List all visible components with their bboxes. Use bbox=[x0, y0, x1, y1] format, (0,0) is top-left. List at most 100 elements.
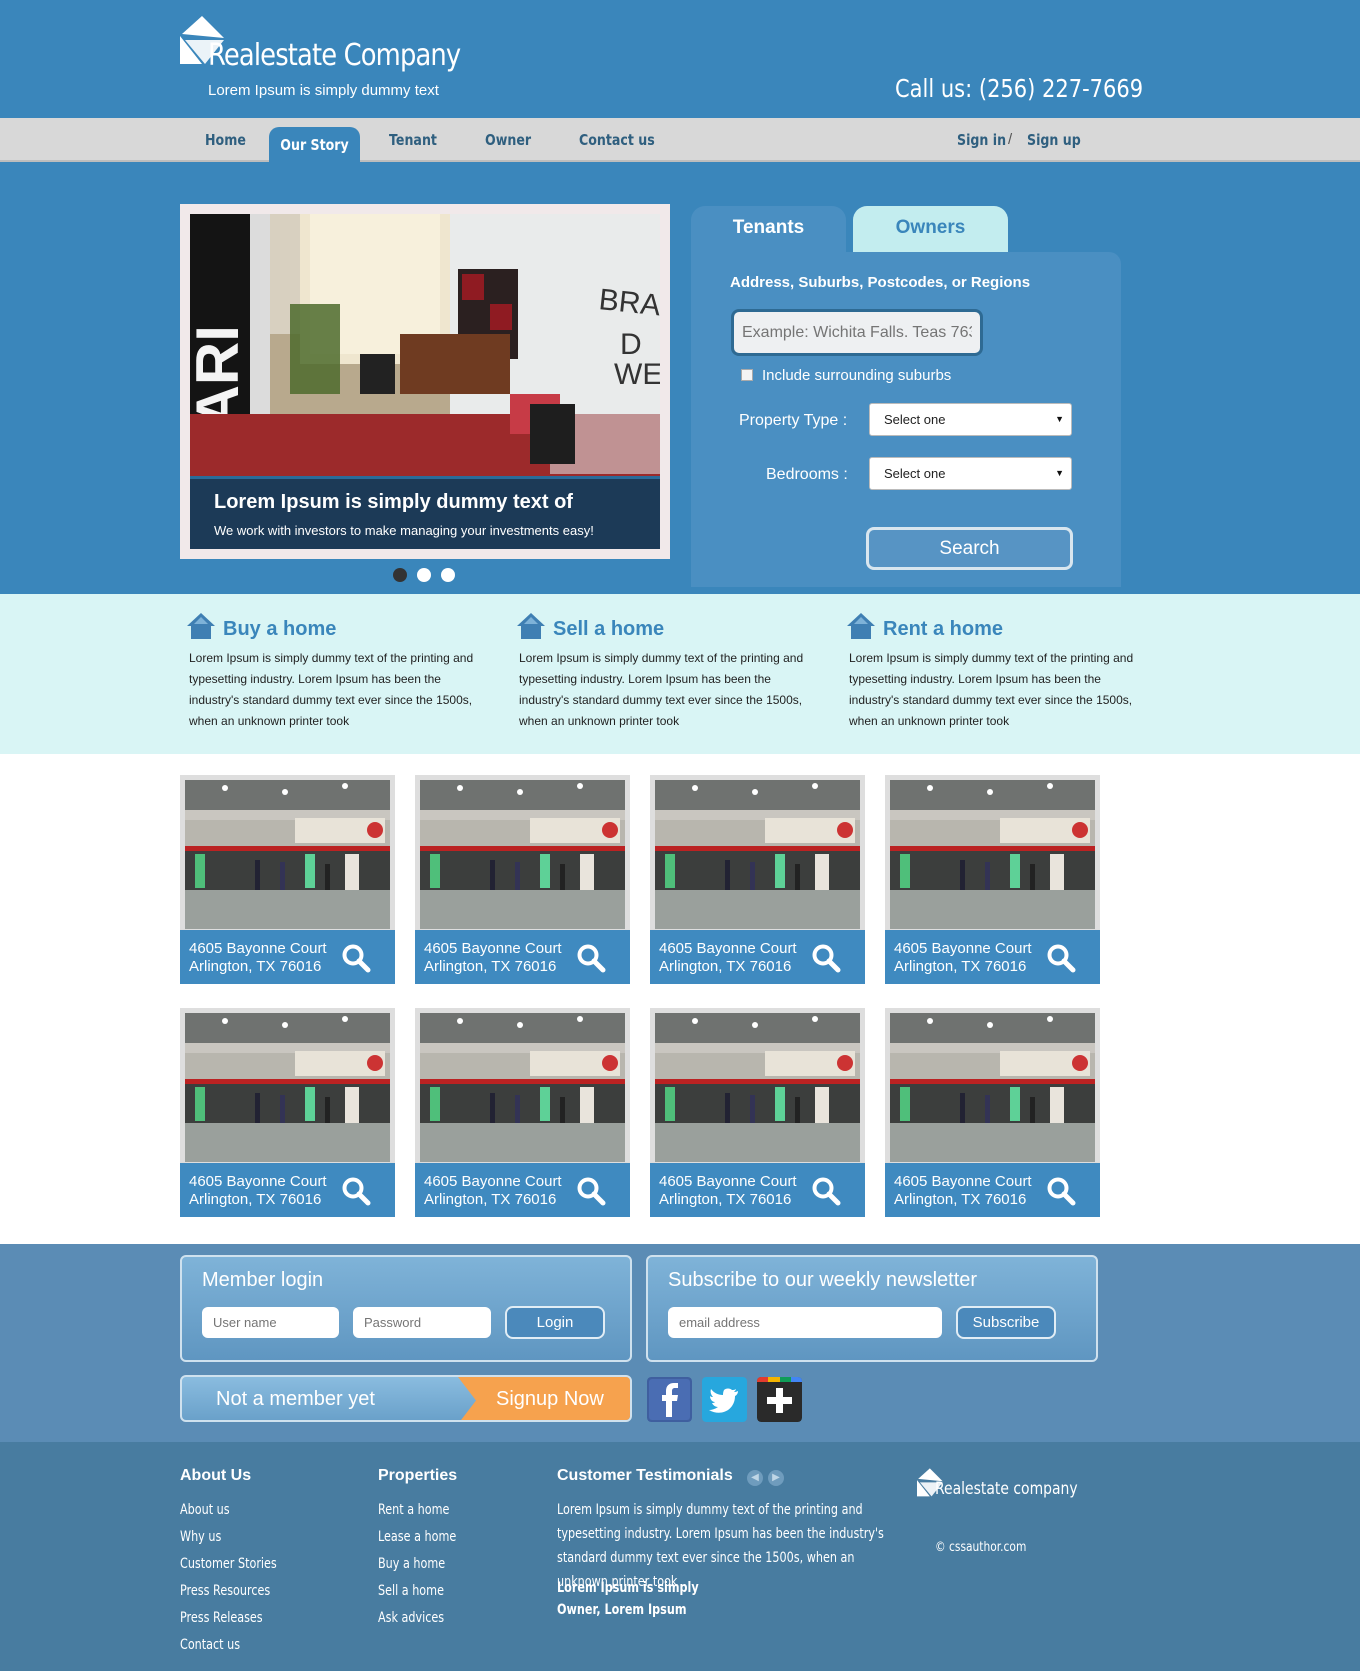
tab-tenants[interactable]: Tenants bbox=[691, 206, 846, 256]
feature-text: Lorem Ipsum is simply dummy text of the … bbox=[519, 651, 804, 728]
house-icon bbox=[187, 613, 215, 639]
property-image[interactable] bbox=[655, 780, 860, 929]
property-city: Arlington, TX 76016 bbox=[894, 958, 1027, 975]
search-icon[interactable] bbox=[1046, 943, 1076, 973]
search-icon[interactable] bbox=[341, 943, 371, 973]
nav-home[interactable]: Home bbox=[205, 118, 246, 162]
facebook-icon[interactable] bbox=[647, 1377, 692, 1422]
bedrooms-select[interactable]: Select one ▼ bbox=[869, 457, 1072, 490]
nav-tenant[interactable]: Tenant bbox=[389, 118, 437, 162]
property-city: Arlington, TX 76016 bbox=[424, 1191, 557, 1208]
nav-owner[interactable]: Owner bbox=[485, 118, 531, 162]
feature-text: Lorem Ipsum is simply dummy text of the … bbox=[849, 651, 1134, 728]
address-label: Address, Suburbs, Postcodes, or Regions bbox=[730, 274, 1031, 291]
property-street: 4605 Bayonne Court bbox=[659, 940, 797, 957]
slider-dot-3[interactable] bbox=[441, 568, 455, 582]
footer-link-press-resources[interactable]: Press Resources bbox=[180, 1583, 270, 1599]
bedrooms-value: Select one bbox=[884, 466, 946, 481]
property-card[interactable]: 4605 Bayonne Court Arlington, TX 76016 bbox=[180, 775, 395, 984]
property-card[interactable]: 4605 Bayonne Court Arlington, TX 76016 bbox=[885, 1008, 1100, 1217]
sign-up-link[interactable]: Sign up bbox=[1027, 118, 1081, 162]
footer-brand: Realestate company bbox=[935, 1479, 1078, 1499]
property-type-value: Select one bbox=[884, 412, 946, 427]
property-image[interactable] bbox=[655, 1013, 860, 1162]
property-city: Arlington, TX 76016 bbox=[189, 1191, 322, 1208]
property-type-select[interactable]: Select one ▼ bbox=[869, 403, 1072, 436]
property-image[interactable] bbox=[420, 1013, 625, 1162]
search-icon[interactable] bbox=[811, 1176, 841, 1206]
testimonial-prev-icon[interactable]: ◀ bbox=[747, 1470, 763, 1486]
search-icon[interactable] bbox=[576, 1176, 606, 1206]
property-city: Arlington, TX 76016 bbox=[659, 958, 792, 975]
property-type-label: Property Type : bbox=[739, 412, 848, 429]
phone-number: Call us: (256) 227-7669 bbox=[895, 74, 1144, 103]
signup-prompt: Not a member yet bbox=[216, 1388, 375, 1410]
search-icon[interactable] bbox=[1046, 1176, 1076, 1206]
footer-about-heading: About Us bbox=[180, 1467, 252, 1484]
property-image[interactable] bbox=[185, 1013, 390, 1162]
password-input[interactable] bbox=[353, 1307, 491, 1338]
page: Realestate Company Lorem Ipsum is simply… bbox=[0, 0, 1360, 1671]
twitter-icon[interactable] bbox=[702, 1377, 747, 1422]
login-button[interactable]: Login bbox=[505, 1306, 605, 1339]
footer-link-about-us[interactable]: About us bbox=[180, 1502, 230, 1518]
main-nav: Home Our Story Tenant Owner Contact us S… bbox=[0, 118, 1360, 164]
email-input[interactable] bbox=[668, 1307, 942, 1338]
property-info: 4605 Bayonne Court Arlington, TX 76016 bbox=[415, 1163, 630, 1217]
signup-now-button[interactable]: Signup Now bbox=[458, 1377, 630, 1420]
nav-our-story-label: Our Story bbox=[280, 136, 349, 154]
newsletter-box: Subscribe to our weekly newsletter Subsc… bbox=[646, 1255, 1098, 1362]
copyright: © cssauthor.com bbox=[935, 1540, 1027, 1555]
testimonial-next-icon[interactable]: ▶ bbox=[768, 1470, 784, 1486]
svg-text:WE: WE bbox=[614, 358, 660, 391]
property-card[interactable]: 4605 Bayonne Court Arlington, TX 76016 bbox=[180, 1008, 395, 1217]
slide-caption: Lorem Ipsum is simply dummy text of We w… bbox=[190, 476, 660, 549]
footer-link-lease[interactable]: Lease a home bbox=[378, 1529, 456, 1545]
property-card[interactable]: 4605 Bayonne Court Arlington, TX 76016 bbox=[415, 1008, 630, 1217]
footer-link-customer-stories[interactable]: Customer Stories bbox=[180, 1556, 277, 1572]
property-image[interactable] bbox=[420, 780, 625, 929]
address-input[interactable] bbox=[731, 309, 983, 356]
property-info: 4605 Bayonne Court Arlington, TX 76016 bbox=[415, 930, 630, 984]
property-image[interactable] bbox=[890, 1013, 1095, 1162]
nav-contact-us[interactable]: Contact us bbox=[579, 118, 655, 162]
tab-owners[interactable]: Owners bbox=[853, 206, 1008, 256]
footer-link-ask-advices[interactable]: Ask advices bbox=[378, 1610, 444, 1626]
feature-title[interactable]: Buy a home bbox=[223, 618, 336, 641]
sign-in-link[interactable]: Sign in bbox=[957, 118, 1006, 162]
include-suburbs-checkbox[interactable] bbox=[741, 369, 753, 381]
slide-title: Lorem Ipsum is simply dummy text of bbox=[214, 491, 573, 513]
search-icon[interactable] bbox=[811, 943, 841, 973]
bedrooms-label: Bedrooms : bbox=[766, 466, 848, 483]
feature-title[interactable]: Rent a home bbox=[883, 618, 1003, 641]
slider-dot-1[interactable] bbox=[393, 568, 407, 582]
username-input[interactable] bbox=[202, 1307, 339, 1338]
property-image[interactable] bbox=[185, 780, 390, 929]
footer-link-rent[interactable]: Rent a home bbox=[378, 1502, 449, 1518]
hero-slider: BRAN D WE PARI Lorem Ipsum is simply dum… bbox=[180, 204, 670, 559]
subscribe-button[interactable]: Subscribe bbox=[956, 1306, 1056, 1339]
property-card[interactable]: 4605 Bayonne Court Arlington, TX 76016 bbox=[650, 775, 865, 984]
slider-dot-2[interactable] bbox=[417, 568, 431, 582]
property-card[interactable]: 4605 Bayonne Court Arlington, TX 76016 bbox=[650, 1008, 865, 1217]
property-street: 4605 Bayonne Court bbox=[189, 940, 327, 957]
property-city: Arlington, TX 76016 bbox=[424, 958, 557, 975]
footer-link-press-releases[interactable]: Press Releases bbox=[180, 1610, 263, 1626]
footer-link-why-us[interactable]: Why us bbox=[180, 1529, 221, 1545]
nav-our-story[interactable]: Our Story bbox=[269, 127, 360, 164]
dropdown-arrow-icon: ▼ bbox=[1055, 414, 1064, 424]
google-plus-icon[interactable] bbox=[757, 1377, 802, 1422]
search-icon[interactable] bbox=[341, 1176, 371, 1206]
property-card[interactable]: 4605 Bayonne Court Arlington, TX 76016 bbox=[885, 775, 1100, 984]
property-street: 4605 Bayonne Court bbox=[424, 1173, 562, 1190]
feature-title[interactable]: Sell a home bbox=[553, 618, 664, 641]
footer-link-buy[interactable]: Buy a home bbox=[378, 1556, 445, 1572]
site-footer: About Us About us Why us Customer Storie… bbox=[0, 1442, 1360, 1671]
property-card[interactable]: 4605 Bayonne Court Arlington, TX 76016 bbox=[415, 775, 630, 984]
search-button[interactable]: Search bbox=[866, 527, 1073, 570]
footer-link-contact-us[interactable]: Contact us bbox=[180, 1637, 240, 1653]
footer-link-sell[interactable]: Sell a home bbox=[378, 1583, 444, 1599]
search-icon[interactable] bbox=[576, 943, 606, 973]
property-image[interactable] bbox=[890, 780, 1095, 929]
newsletter-title: Subscribe to our weekly newsletter bbox=[668, 1269, 978, 1291]
